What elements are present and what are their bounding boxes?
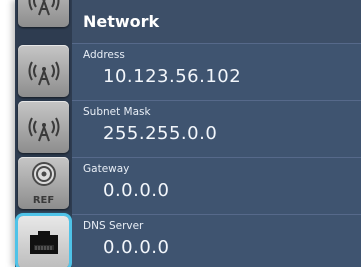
gateway-label: Gateway — [83, 163, 130, 175]
address-field[interactable]: Address 10.123.56.102 — [72, 43, 361, 100]
subnet-mask-field[interactable]: Subnet Mask 255.255.0.0 — [72, 100, 361, 157]
device-screen: REF Network Address 10.123.56.102 Subnet… — [15, 0, 361, 267]
page-title: Network — [83, 12, 160, 31]
sidebar-item-ethernet[interactable] — [18, 216, 69, 267]
page-header: Network — [72, 0, 361, 43]
sidebar: REF — [15, 0, 72, 267]
sidebar-item-wireless-2[interactable] — [18, 45, 69, 97]
bnc-connector-icon — [31, 161, 57, 187]
dns-server-label: DNS Server — [83, 220, 144, 232]
antenna-icon — [24, 107, 64, 147]
dns-server-field[interactable]: DNS Server 0.0.0.0 — [72, 214, 361, 267]
address-value: 10.123.56.102 — [103, 66, 242, 87]
gateway-field[interactable]: Gateway 0.0.0.0 — [72, 157, 361, 214]
subnet-mask-value: 255.255.0.0 — [103, 123, 218, 144]
ref-label: REF — [32, 195, 55, 206]
ethernet-port-icon — [29, 229, 59, 255]
sidebar-item-wireless-1[interactable] — [18, 0, 69, 27]
sidebar-item-wireless-3[interactable] — [18, 101, 69, 153]
gateway-value: 0.0.0.0 — [103, 180, 170, 201]
dns-server-value: 0.0.0.0 — [103, 237, 170, 258]
address-label: Address — [83, 49, 125, 61]
antenna-icon — [24, 0, 64, 21]
sidebar-item-reference[interactable]: REF — [18, 157, 69, 209]
antenna-icon — [24, 51, 64, 91]
subnet-mask-label: Subnet Mask — [83, 106, 151, 118]
